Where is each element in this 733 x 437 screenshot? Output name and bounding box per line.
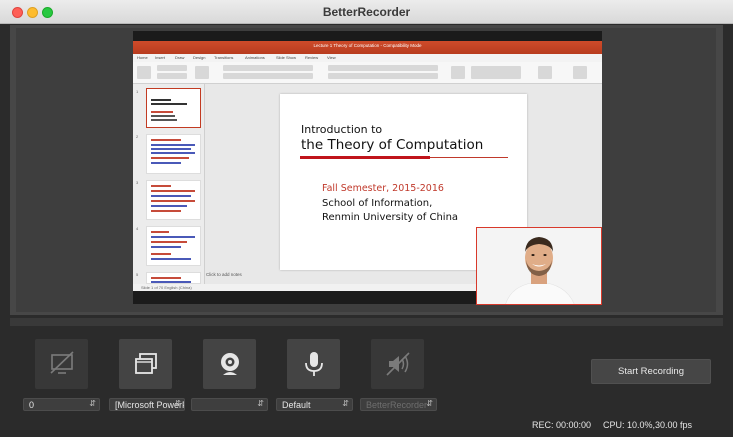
slide-title-line1: Introduction to: [301, 123, 383, 136]
document-title: Lecture 1 Theory of Computation - Compat…: [313, 43, 422, 48]
select-chevron-icon: ⇵: [257, 399, 264, 408]
powerpoint-title-bar: Lecture 1 Theory of Computation - Compat…: [133, 41, 602, 54]
select-chevron-icon: ⇵: [426, 399, 433, 408]
title-bar: BetterRecorder: [0, 0, 733, 24]
rec-timer: REC: 00:00:00: [532, 420, 592, 430]
slide-school: School of Information,: [322, 198, 433, 209]
system-audio-source-button[interactable]: [371, 339, 424, 389]
screen-source-button[interactable]: [35, 339, 88, 389]
thumbnail-number: 4: [136, 226, 139, 231]
ribbon-tab: Design: [193, 55, 206, 60]
speaker-muted-icon: [385, 352, 410, 376]
ribbon-toolbar: [133, 62, 602, 84]
system-audio-select-value: BetterRecorder: [366, 400, 428, 410]
microphone-source-button[interactable]: [287, 339, 340, 389]
slide-thumbnails: 1 2 3 4 5: [133, 84, 205, 284]
slide-thumbnail: [146, 134, 201, 174]
ribbon-tabs: Home Insert Draw Design Transitions Anim…: [133, 54, 602, 62]
start-recording-button[interactable]: Start Recording: [591, 359, 711, 384]
microphone-select-value: Default: [282, 400, 311, 410]
ribbon-tab: Slide Show: [276, 55, 297, 60]
ribbon-tab: View: [327, 55, 336, 60]
ribbon-tab: Transitions: [214, 55, 234, 60]
thumbnail-number: 1: [136, 89, 139, 94]
slide-thumbnail: [146, 180, 201, 220]
webcam-source-button[interactable]: [203, 339, 256, 389]
screen-select[interactable]: 0 ⇵: [23, 398, 100, 411]
ribbon-tab: Draw: [175, 55, 185, 60]
slide-university: Renmin University of China: [322, 212, 459, 223]
ribbon-tab: Home: [137, 55, 148, 60]
status-text: Slide 1 of 70 English (China): [141, 285, 192, 290]
webcam-overlay[interactable]: [476, 227, 602, 305]
cpu-fps-readout: CPU: 10.0%,30.00 fps: [603, 420, 693, 430]
system-audio-select[interactable]: BetterRecorder ⇵: [360, 398, 437, 411]
screen-select-value: 0: [29, 400, 35, 410]
select-chevron-icon: ⇵: [174, 399, 181, 408]
select-chevron-icon: ⇵: [89, 399, 96, 408]
notes-placeholder: Click to add notes: [206, 272, 242, 277]
app-title: BetterRecorder: [322, 5, 411, 19]
slide-title-underline-bold: [300, 156, 430, 159]
microphone-select[interactable]: Default ⇵: [276, 398, 353, 411]
slide-thumbnail: [146, 88, 201, 128]
window-select[interactable]: [Microsoft PowerPoint] ⇵: [109, 398, 185, 411]
windows-icon: [134, 353, 157, 374]
thumbnail-number: 3: [136, 180, 139, 185]
webcam-person-image: [477, 228, 601, 304]
ribbon-tab: Insert: [155, 55, 166, 60]
window-source-button[interactable]: [119, 339, 172, 389]
ribbon-tab: Review: [305, 55, 319, 60]
select-chevron-icon: ⇵: [342, 399, 349, 408]
webcam-icon: [220, 353, 239, 375]
webcam-select[interactable]: ⇵: [191, 398, 268, 411]
microphone-icon: [304, 352, 323, 376]
thumbnail-number: 2: [136, 134, 139, 139]
slide-semester: Fall Semester, 2015-2016: [322, 183, 444, 194]
ribbon-tab: Animations: [245, 55, 265, 60]
thumbnail-number: 5: [136, 272, 139, 277]
slide-thumbnail: [146, 226, 201, 266]
panel-divider: [10, 318, 723, 326]
slide-thumbnail: [146, 272, 201, 284]
slide-title-line2: the Theory of Computation: [301, 137, 484, 153]
screen-off-icon: [49, 351, 74, 374]
